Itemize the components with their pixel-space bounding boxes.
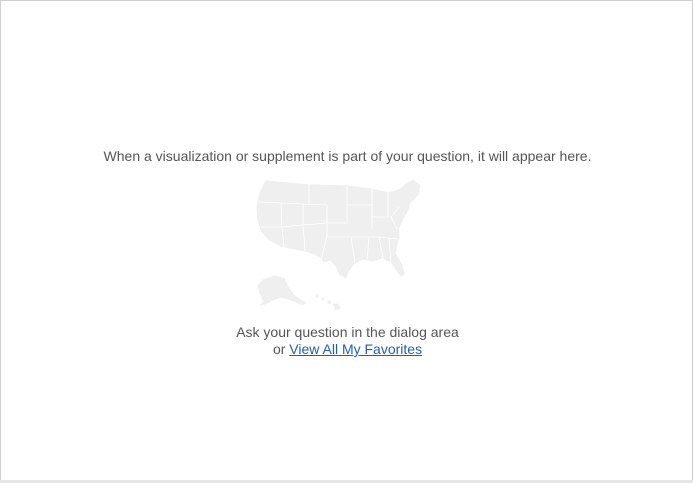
visualization-panel: When a visualization or supplement is pa… [0, 0, 693, 481]
view-all-favorites-link[interactable]: View All My Favorites [289, 341, 422, 357]
prompt-block: Ask your question in the dialog area or … [1, 324, 693, 358]
empty-state-message: When a visualization or supplement is pa… [103, 148, 592, 164]
favorites-line: or View All My Favorites [1, 341, 693, 358]
us-map-icon [251, 177, 426, 314]
or-text: or [272, 341, 286, 357]
ask-question-text: Ask your question in the dialog area [236, 324, 459, 340]
